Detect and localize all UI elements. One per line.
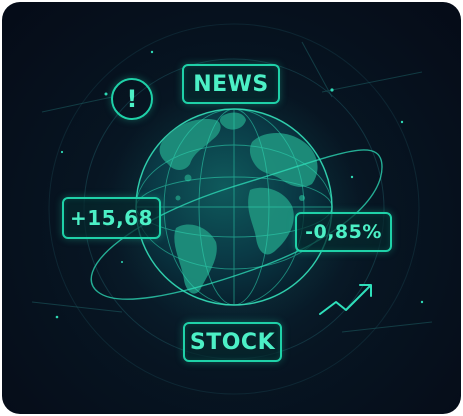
finance-illustration-card: ! NEWS +15,68 -0,85% STOCK (2, 2, 461, 414)
news-tag: NEWS (182, 64, 280, 104)
change-down-tag: -0,85% (295, 212, 392, 252)
change-up-tag: +15,68 (62, 197, 161, 239)
exclamation-circle-icon: ! (111, 78, 153, 120)
stock-tag: STOCK (183, 322, 282, 362)
